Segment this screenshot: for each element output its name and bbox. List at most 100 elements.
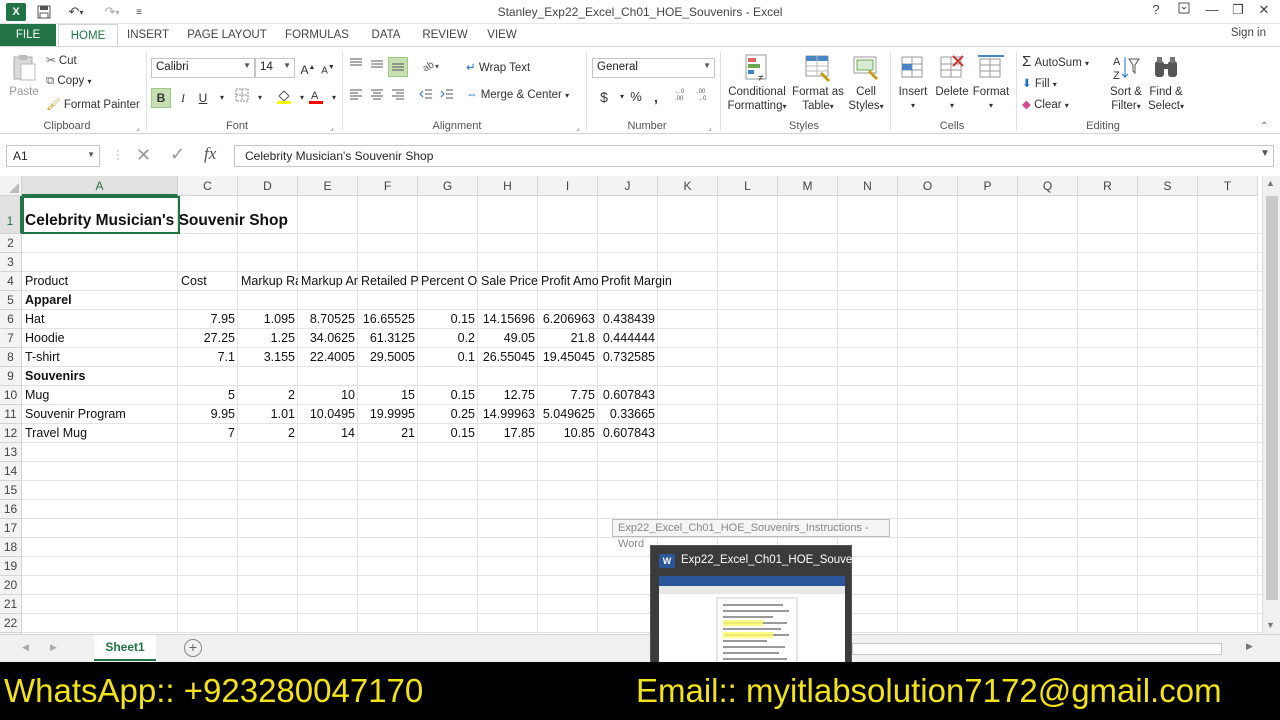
data-cell[interactable]: 12.75 [478,386,538,404]
align-left-icon[interactable] [346,87,366,107]
delete-cells-button[interactable]: Delete ▾ [934,53,970,113]
data-cell[interactable]: 3.155 [238,348,298,366]
copy-button[interactable]: ⧉ Copy ▾ [46,75,92,88]
vertical-scrollbar[interactable]: ▲ ▼ [1262,176,1280,634]
next-sheet-icon[interactable]: ▶ [50,642,57,653]
insert-function-button[interactable]: fx [204,144,216,164]
align-middle-icon[interactable] [367,57,387,77]
column-header-n[interactable]: N [838,176,898,196]
name-box[interactable]: A1 ▼ [6,145,100,167]
data-cell[interactable]: 5 [178,386,238,404]
column-header-l[interactable]: L [718,176,778,196]
column-header-c[interactable]: C [178,176,238,196]
category-label-apparel[interactable]: Apparel [22,291,178,309]
column-header-o[interactable]: O [898,176,958,196]
expand-formula-bar-icon[interactable]: ▼ [1260,148,1270,159]
cut-button[interactable]: ✂ Cut [46,53,77,67]
row-header-11[interactable]: 11 [0,405,22,424]
add-sheet-icon[interactable]: + [184,639,202,657]
data-cell[interactable]: 0.607843 [598,424,658,442]
column-header-m[interactable]: M [778,176,838,196]
data-cell[interactable]: 19.9995 [358,405,418,423]
row-header-7[interactable]: 7 [0,329,22,348]
borders-dropdown-icon[interactable]: ▾ [250,88,270,108]
data-cell[interactable]: 8.70525 [298,310,358,328]
column-header-j[interactable]: J [598,176,658,196]
row-header-14[interactable]: 14 [0,462,22,481]
data-cell[interactable]: 0.1 [418,348,478,366]
row-header-17[interactable]: 17 [0,519,22,538]
row-header-21[interactable]: 21 [0,595,22,614]
header-cell[interactable]: Percent O [418,272,478,290]
help-button[interactable]: ? [1144,2,1168,22]
data-cell[interactable]: 26.55045 [478,348,538,366]
borders-icon[interactable] [232,88,252,108]
data-cell[interactable]: 16.65525 [358,310,418,328]
data-cell[interactable]: 17.85 [478,424,538,442]
column-header-k[interactable]: K [658,176,718,196]
underline-button[interactable]: U [193,88,213,108]
header-cell[interactable]: Sale Price [478,272,538,290]
column-header-f[interactable]: F [358,176,418,196]
data-cell[interactable]: 1.095 [238,310,298,328]
ribbon-display-icon[interactable] [1172,2,1196,22]
formula-input[interactable]: Celebrity Musician's Souvenir Shop [234,145,1274,167]
data-cell[interactable]: 7.1 [178,348,238,366]
worksheet-grid[interactable]: ACDEFGHIJKLMNOPQRST 1 2 3 4 5 6 7 8 9 10 11 12 13 14 1… [0,176,1262,634]
align-center-icon[interactable] [367,87,387,107]
shrink-font-button[interactable]: A▼ [318,58,338,78]
data-cell[interactable]: 49.05 [478,329,538,347]
data-cell[interactable]: 15 [358,386,418,404]
data-cell[interactable]: 0.15 [418,424,478,442]
collapse-ribbon-icon[interactable]: ⌃ [1260,121,1268,132]
tab-file[interactable]: FILE [0,24,56,46]
column-header-e[interactable]: E [298,176,358,196]
data-cell[interactable]: 19.45045 [538,348,598,366]
data-cell[interactable]: 7 [178,424,238,442]
data-cell[interactable]: 22.4005 [298,348,358,366]
column-header-s[interactable]: S [1138,176,1198,196]
data-cell[interactable]: 10 [298,386,358,404]
data-cell[interactable]: 21.8 [538,329,598,347]
row-header-2[interactable]: 2 [0,234,22,253]
row-header-10[interactable]: 10 [0,386,22,405]
increase-indent-icon[interactable] [437,87,457,107]
data-cell[interactable]: 0.25 [418,405,478,423]
row-header-22[interactable]: 22 [0,614,22,633]
data-cell[interactable]: T-shirt [22,348,178,366]
column-header-q[interactable]: Q [1018,176,1078,196]
column-header-i[interactable]: I [538,176,598,196]
fill-color-icon[interactable] [274,88,294,108]
header-cell[interactable]: Profit Amo [538,272,598,290]
row-header-3[interactable]: 3 [0,253,22,272]
italic-button[interactable]: I [173,88,193,108]
row-header-18[interactable]: 18 [0,538,22,557]
row-header-5[interactable]: 5 [0,291,22,310]
tab-formulas[interactable]: FORMULAS [282,24,352,46]
close-icon[interactable]: ✕ [1252,2,1276,22]
comma-button[interactable]: , [646,87,666,107]
data-cell[interactable]: 2 [238,386,298,404]
data-cell[interactable]: 14.15696 [478,310,538,328]
data-cell[interactable]: 0.438439 [598,310,658,328]
number-launcher-icon[interactable]: ⌟ [708,123,712,132]
sign-in-link[interactable]: Sign in [1231,27,1266,39]
header-cell[interactable]: Retailed P [358,272,418,290]
decrease-decimal-icon[interactable]: .00 →0 [696,87,718,107]
data-cell[interactable]: 61.3125 [358,329,418,347]
data-cell[interactable]: 14 [298,424,358,442]
data-cell[interactable]: 34.0625 [298,329,358,347]
minimize-icon[interactable]: — [1200,2,1224,22]
clear-button[interactable]: ◆ Clear ▾ [1022,97,1069,111]
orientation-icon[interactable]: ab ▾ [418,57,446,77]
cell-styles-button[interactable]: Cell Styles▾ [846,53,886,114]
align-top-icon[interactable] [346,57,366,77]
column-header-a[interactable]: A [22,176,178,196]
tab-review[interactable]: REVIEW [420,24,470,46]
format-cells-button[interactable]: Format ▾ [972,53,1010,113]
alignment-launcher-icon[interactable]: ⌟ [576,123,580,132]
header-cell[interactable]: Profit Margin [598,272,698,290]
row-header-9[interactable]: 9 [0,367,22,386]
insert-cells-button[interactable]: Insert ▾ [894,53,932,113]
row-header-1[interactable]: 1 [0,196,22,234]
